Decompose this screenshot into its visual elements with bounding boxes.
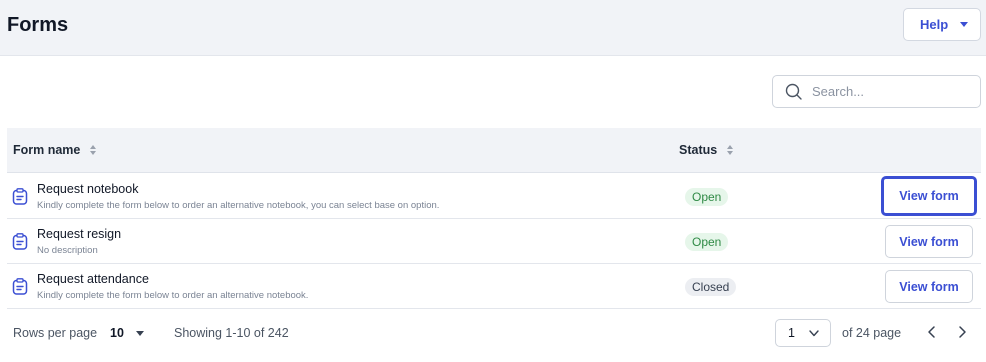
clipboard-icon — [12, 188, 28, 205]
status-badge: Open — [685, 233, 729, 251]
table-row: Request notebook Kindly complete the for… — [7, 174, 981, 219]
column-status[interactable]: Status — [679, 143, 734, 157]
chevron-down-icon — [809, 329, 819, 336]
table-row: Request attendance Kindly complete the f… — [7, 264, 981, 309]
rows-per-page-select[interactable]: 10 — [110, 326, 124, 340]
chevron-right-icon[interactable] — [955, 324, 969, 340]
form-description: Kindly complete the form below to order … — [37, 290, 309, 301]
form-description: Kindly complete the form below to order … — [37, 200, 440, 211]
page-select-value: 1 — [788, 326, 795, 340]
table-row: Request resign No description Open View … — [7, 219, 981, 264]
clipboard-icon — [12, 278, 28, 295]
sort-icon[interactable] — [727, 145, 734, 155]
form-title: Request notebook — [37, 182, 139, 196]
view-form-button[interactable]: View form — [885, 270, 973, 303]
view-form-button[interactable]: View form — [881, 176, 977, 216]
search-box[interactable] — [772, 75, 981, 108]
chevron-left-icon[interactable] — [925, 324, 939, 340]
status-badge: Closed — [685, 278, 737, 296]
form-title: Request resign — [37, 227, 122, 241]
page-header: Forms Help — [0, 0, 986, 56]
caret-down-icon — [960, 22, 969, 27]
table-header: Form name Status — [7, 128, 981, 173]
form-description: No description — [37, 245, 98, 256]
column-label: Form name — [13, 143, 81, 157]
help-button-label: Help — [920, 17, 949, 32]
search-input[interactable] — [812, 84, 962, 99]
table-footer: Rows per page 10 Showing 1-10 of 242 1 o… — [0, 310, 986, 362]
rows-per-page-label: Rows per page — [13, 326, 98, 340]
help-button[interactable]: Help — [903, 8, 981, 41]
form-title: Request attendance — [37, 272, 149, 286]
sort-icon[interactable] — [90, 145, 97, 155]
view-form-button[interactable]: View form — [885, 225, 973, 258]
status-badge: Open — [685, 188, 729, 206]
page-title: Forms — [7, 14, 69, 36]
total-pages: of 24 page — [842, 326, 902, 340]
caret-down-icon[interactable] — [136, 331, 144, 336]
showing-count: Showing 1-10 of 242 — [174, 326, 289, 340]
search-icon — [785, 83, 802, 100]
column-label: Status — [679, 143, 718, 157]
column-form-name[interactable]: Form name — [13, 143, 97, 157]
page-select[interactable]: 1 — [775, 319, 831, 347]
clipboard-icon — [12, 233, 28, 250]
